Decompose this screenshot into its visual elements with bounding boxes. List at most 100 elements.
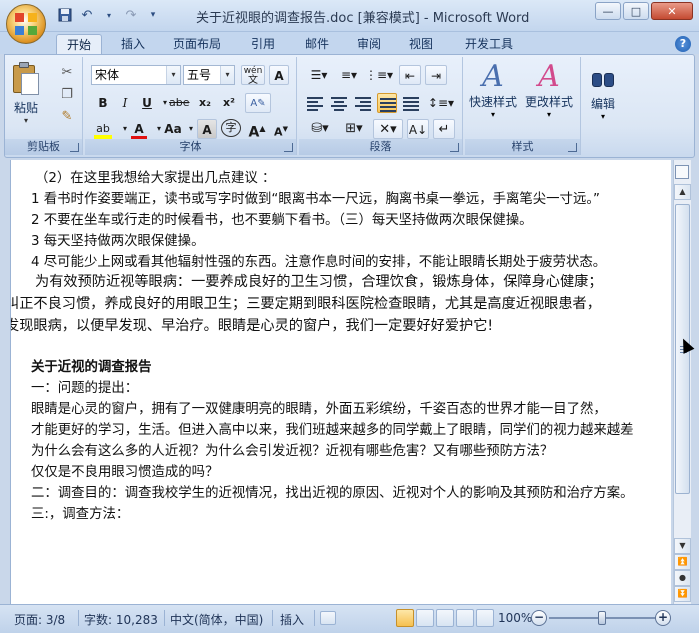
font-size-value: 五号 [187, 68, 212, 82]
save-icon[interactable] [56, 7, 74, 23]
quick-styles-button[interactable]: A 快速样式 ▾ [469, 61, 517, 120]
redo-icon[interactable]: ↷ [122, 7, 140, 23]
macro-record-icon[interactable] [320, 611, 336, 625]
tab-mailings[interactable]: 邮件 [294, 34, 340, 54]
clear-formatting-icon[interactable]: A✎ [245, 93, 271, 113]
borders-icon[interactable]: ⊞▾ [339, 119, 369, 139]
status-bar: 页面: 3/8 字数: 10,283 中文(简体，中国) 插入 100% − + [0, 604, 699, 633]
zoom-slider-knob[interactable] [598, 611, 606, 625]
font-launcher-icon[interactable] [284, 143, 293, 152]
shrink-font-label: A [274, 125, 283, 139]
web-layout-icon[interactable] [436, 609, 454, 627]
decrease-indent-icon[interactable]: ⇤ [399, 65, 421, 85]
styles-launcher-icon[interactable] [568, 143, 577, 152]
change-styles-button[interactable]: A 更改样式 ▾ [525, 59, 574, 120]
full-screen-reading-icon[interactable] [416, 609, 434, 627]
grow-font-button[interactable]: A▲ [247, 119, 267, 141]
draft-view-icon[interactable] [476, 609, 494, 627]
subscript-button[interactable]: x₂ [195, 93, 215, 113]
italic-button[interactable]: I [115, 93, 135, 113]
align-center-icon[interactable] [329, 93, 349, 113]
word-count[interactable]: 字数: 10,283 [84, 611, 158, 628]
shrink-font-button[interactable]: A▼ [271, 119, 291, 139]
paste-button[interactable]: 粘贴 ▾ [11, 61, 41, 125]
tab-review[interactable]: 审阅 [346, 34, 392, 54]
outline-view-icon[interactable] [456, 609, 474, 627]
view-ruler-icon[interactable] [675, 165, 689, 179]
doc-line: 1 看书时作姿要端正，读书或写字时做到“眼离书本一尺远，胸离书桌一拳远，手离笔尖… [31, 192, 600, 207]
page-count[interactable]: 页面: 3/8 [14, 611, 65, 628]
doc-line: 为有效预防近视等眼病：一要养成良好的卫生习惯，合理饮食，锻炼身体，保障身心健康； [35, 274, 603, 290]
tab-developer[interactable]: 开发工具 [456, 34, 522, 54]
tab-page-layout[interactable]: 页面布局 [164, 34, 230, 54]
language-indicator[interactable]: 中文(简体，中国) [170, 611, 263, 628]
font-size-combo[interactable]: 五号 ▾ [183, 65, 235, 85]
underline-button[interactable]: U [137, 93, 157, 113]
increase-indent-icon[interactable]: ⇥ [425, 65, 447, 85]
chevron-down-icon: ▾ [491, 110, 496, 119]
doc-line: 纠正不良习惯，养成良好的用眼卫生；三要定期到眼科医院检查眼睛，尤其是高度近视眼患… [10, 296, 601, 312]
doc-heading: 关于近视的调查报告 [31, 360, 152, 375]
maximize-button[interactable]: □ [623, 2, 649, 20]
undo-icon[interactable]: ↶ [78, 7, 96, 23]
phonetic-guide-button[interactable]: wén 文 [241, 65, 265, 86]
strikethrough-button[interactable]: abe [169, 93, 190, 113]
highlight-button[interactable]: ab [93, 119, 113, 139]
sort-icon[interactable]: A↓ [407, 119, 429, 139]
office-button[interactable] [6, 4, 46, 44]
chevron-down-icon[interactable]: ▾ [166, 66, 180, 84]
enclose-char-button[interactable]: 字 [221, 119, 241, 137]
editing-button[interactable]: 编辑 ▾ [591, 61, 615, 121]
cut-icon[interactable]: ✂ [59, 65, 75, 81]
numbering-icon[interactable]: ≡▾ [335, 65, 363, 85]
tab-insert[interactable]: 插入 [110, 34, 156, 54]
print-layout-view-icon[interactable] [396, 609, 414, 627]
insert-mode[interactable]: 插入 [280, 611, 304, 628]
help-icon[interactable]: ? [675, 36, 691, 52]
next-page-icon[interactable]: ⏬ [674, 586, 691, 602]
font-name-value: 宋体 [95, 68, 120, 82]
superscript-button[interactable]: x² [219, 93, 239, 113]
change-styles-icon: A [538, 59, 560, 94]
bold-button[interactable]: B [93, 93, 113, 113]
chevron-down-icon[interactable]: ▾ [100, 7, 118, 23]
paragraph-launcher-icon[interactable] [450, 143, 459, 152]
zoom-out-button[interactable]: − [531, 610, 547, 626]
font-color-button[interactable]: A [129, 119, 149, 140]
styles-group: A 快速样式 ▾ A 更改样式 ▾ 样式 [465, 57, 581, 155]
shading-icon[interactable]: ⛁▾ [305, 119, 335, 139]
line-spacing-icon[interactable]: ↕≡▾ [427, 93, 455, 113]
clipboard-launcher-icon[interactable] [70, 143, 79, 152]
format-painter-icon[interactable]: ✎ [59, 109, 75, 125]
doc-line: 4 尽可能少上网或看其他辐射性强的东西。注意作息时间的安排，不能让眼睛长期处于疲… [31, 255, 607, 270]
align-right-icon[interactable] [353, 93, 373, 113]
show-marks-icon[interactable]: ↵ [433, 119, 455, 139]
char-border-button[interactable]: A [269, 65, 289, 85]
tab-home[interactable]: 开始 [56, 34, 102, 54]
tab-references[interactable]: 引用 [240, 34, 286, 54]
scroll-up-icon[interactable]: ▲ [674, 184, 691, 200]
chinese-layout-icon[interactable]: ✕▾ [373, 119, 403, 139]
customize-qat-icon[interactable]: ▾ [144, 7, 162, 23]
change-styles-label: 更改样式 [525, 95, 574, 109]
scroll-down-icon[interactable]: ▼ [674, 538, 691, 554]
chevron-down-icon[interactable]: ▾ [220, 66, 234, 84]
zoom-in-button[interactable]: + [655, 610, 671, 626]
vertical-scrollbar[interactable]: ▲ ▼ ⏫ ● ⏬ [673, 160, 691, 604]
bullets-icon[interactable]: ☰▾ [305, 65, 333, 85]
zoom-level[interactable]: 100% [498, 611, 532, 625]
align-left-icon[interactable] [305, 93, 325, 113]
change-case-button[interactable]: Aa [163, 119, 183, 139]
distributed-icon[interactable] [401, 93, 421, 113]
close-button[interactable]: ✕ [651, 2, 693, 20]
minimize-button[interactable]: — [595, 2, 621, 20]
justify-icon[interactable] [377, 93, 397, 113]
char-shading-button[interactable]: A [197, 119, 217, 139]
copy-icon[interactable]: ❐ [59, 87, 75, 103]
document-page[interactable]: （2）在这里我想给大家提出几点建议 ： 1 看书时作姿要端正，读书或写字时做到“… [10, 160, 671, 604]
select-browse-object-icon[interactable]: ● [674, 570, 691, 586]
previous-page-icon[interactable]: ⏫ [674, 554, 691, 570]
font-name-combo[interactable]: 宋体 ▾ [91, 65, 181, 85]
tab-view[interactable]: 视图 [398, 34, 444, 54]
multilevel-list-icon[interactable]: ⋮≡▾ [365, 65, 393, 85]
